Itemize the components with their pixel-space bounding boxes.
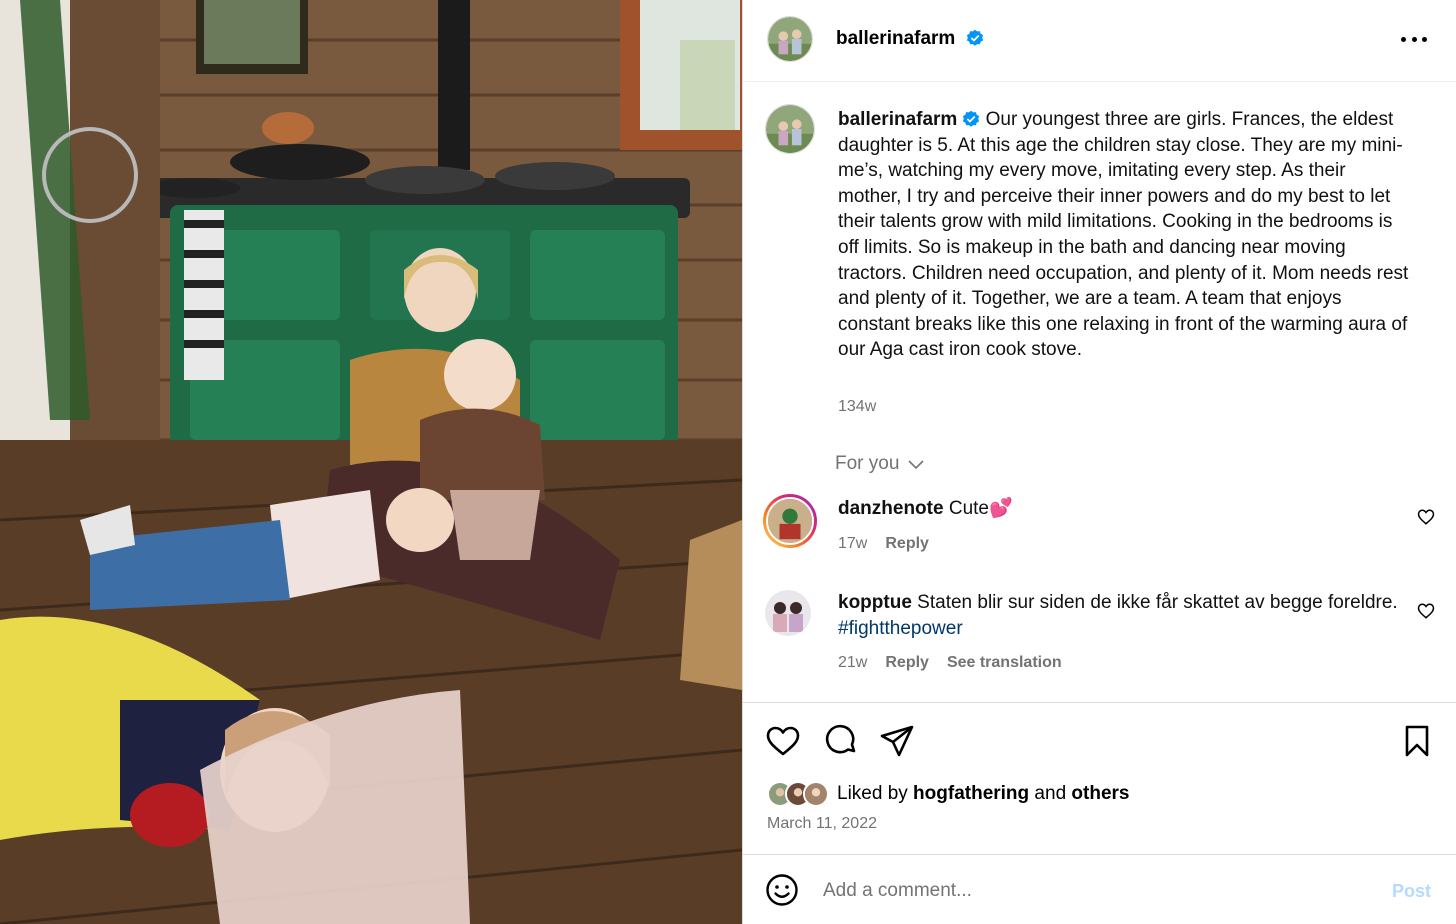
post-date[interactable]: March 11, 2022 [767,815,877,833]
author-avatar[interactable] [767,16,813,62]
commenter-avatar[interactable] [765,590,811,636]
caption-author-avatar[interactable] [765,104,815,154]
hashtag-link[interactable]: #fightthepower [838,618,963,639]
comment-meta: 21w Reply See translation [838,654,1062,672]
heart-icon[interactable] [765,723,801,759]
author-username-text[interactable]: ballerinafarm [836,28,955,49]
comment-username[interactable]: kopptue [838,592,912,613]
comment-text: danzhenote Cute💕 [838,496,1398,522]
emoji-icon[interactable] [765,873,799,907]
post-details-panel: ballerinafarm ballerinafarm Our youngest… [742,0,1456,924]
comment-username[interactable]: danzhenote [838,498,944,519]
post-comment-button[interactable]: Post [1392,881,1431,902]
share-icon[interactable] [879,723,915,759]
verified-badge-icon [963,110,980,127]
caption-username[interactable]: ballerinafarm [838,109,957,130]
reply-button[interactable]: Reply [885,654,929,672]
liked-by-user-link[interactable]: hogfathering [913,783,1029,804]
comments-filter-dropdown[interactable]: For you [835,453,925,475]
more-dot [1422,36,1427,42]
author-avatar-image [768,17,812,61]
post-header: ballerinafarm [743,0,1456,82]
liked-by-text: Liked by hogfathering and others [837,783,1130,805]
comments-filter-label: For you [835,453,900,474]
caption-avatar-image [766,105,814,153]
add-comment-bar: Post [743,854,1456,924]
see-translation-button[interactable]: See translation [947,654,1062,672]
comment-time[interactable]: 17w [838,535,867,553]
post-caption: ballerinafarm Our youngest three are gir… [838,107,1413,363]
more-dot [1401,36,1406,42]
verified-badge-icon [966,29,983,46]
reply-button[interactable]: Reply [885,535,929,553]
post-actions: Liked by hogfathering and others March 1… [743,702,1456,854]
liker-avatar[interactable] [803,781,829,807]
more-dot [1411,36,1417,42]
commenter-avatar-image [765,590,811,636]
liked-by-middle: and [1029,783,1072,804]
post-photo-illustration [0,0,742,924]
post-time[interactable]: 134w [838,398,876,416]
commenter-avatar-image [766,497,814,545]
commenter-avatar-story-ring[interactable] [763,494,817,548]
comment-like-heart-icon[interactable] [1417,508,1435,526]
likes-summary: Liked by hogfathering and others [767,781,1130,807]
bookmark-icon[interactable] [1399,723,1435,759]
post-photo[interactable] [0,0,742,924]
liked-by-prefix: Liked by [837,783,914,804]
comment-icon[interactable] [823,723,859,759]
comment-like-heart-icon[interactable] [1417,602,1435,620]
comment-text: kopptue Staten blir sur siden de ikke få… [838,590,1398,642]
comment-body: Cute💕 [948,498,1013,519]
chevron-down-icon [908,460,924,470]
comment-time[interactable]: 21w [838,654,867,672]
more-options-icon[interactable] [1401,26,1427,52]
author-username[interactable]: ballerinafarm [836,28,984,50]
liked-by-others-link[interactable]: others [1071,783,1129,804]
caption-text: Our youngest three are girls. Frances, t… [838,109,1409,361]
comment-input[interactable] [823,875,1363,907]
comment-meta: 17w Reply [838,535,929,553]
comment-body: Staten blir sur siden de ikke får skatte… [917,592,1398,613]
